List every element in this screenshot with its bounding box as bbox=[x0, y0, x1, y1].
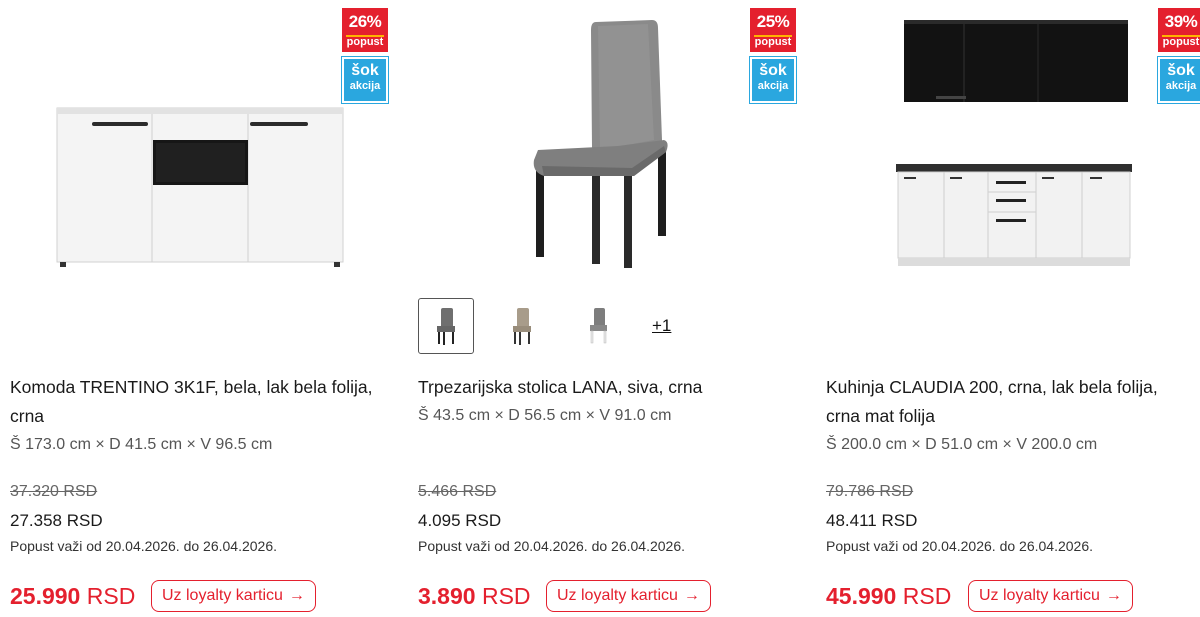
product-title[interactable]: Kuhinja CLAUDIA 200, crna, lak bela foli… bbox=[826, 373, 1196, 431]
discount-badge: 26% popust bbox=[342, 8, 388, 52]
product-dimensions: Š 173.0 cm × D 41.5 cm × V 96.5 cm bbox=[10, 436, 273, 453]
arrow-right-icon: → bbox=[288, 587, 305, 604]
loyalty-button-label: Uz loyalty karticu bbox=[162, 587, 283, 604]
akcija-label: akcija bbox=[1165, 80, 1197, 92]
akcija-label: akcija bbox=[757, 80, 789, 92]
loyalty-price-amount: 25.990 bbox=[10, 583, 81, 609]
chair-thumb-icon bbox=[590, 308, 607, 344]
old-price: 37.320 RSD bbox=[10, 483, 98, 500]
loyalty-card-button[interactable]: Uz loyalty karticu → bbox=[151, 580, 316, 612]
loyalty-card-button[interactable]: Uz loyalty karticu → bbox=[968, 580, 1133, 612]
product-title[interactable]: Komoda TRENTINO 3K1F, bela, lak bela fol… bbox=[10, 373, 380, 431]
chair-thumb-icon bbox=[437, 308, 455, 345]
discount-percent: 39% bbox=[1164, 12, 1198, 31]
loyalty-button-label: Uz loyalty karticu bbox=[557, 587, 678, 604]
more-variants-link[interactable]: +1 bbox=[652, 316, 671, 336]
loyalty-price-currency: RSD bbox=[902, 583, 952, 609]
badge-stack: 39% popust šok akcija bbox=[1157, 8, 1200, 104]
sok-label: šok bbox=[351, 62, 379, 79]
discount-validity: Popust važi od 20.04.2026. do 26.04.2026… bbox=[418, 538, 685, 554]
discount-label: popust bbox=[754, 36, 792, 48]
sideboard-image bbox=[56, 107, 344, 267]
chair-thumb-icon bbox=[513, 308, 531, 345]
discount-label: popust bbox=[1162, 36, 1200, 48]
kitchen-image bbox=[896, 20, 1132, 266]
product-card[interactable]: 26% popust šok akcija Komoda TRENTINO 3K… bbox=[0, 0, 392, 617]
arrow-right-icon: → bbox=[683, 587, 700, 604]
sok-label: šok bbox=[759, 62, 787, 79]
discount-validity: Popust važi od 20.04.2026. do 26.04.2026… bbox=[826, 538, 1093, 554]
product-image-area[interactable]: 25% popust šok akcija bbox=[408, 0, 800, 290]
loyalty-price-currency: RSD bbox=[86, 583, 136, 609]
current-price: 48.411 RSD bbox=[826, 511, 918, 530]
product-card[interactable]: 25% popust šok akcija +1 Trpezarijska st… bbox=[408, 0, 800, 617]
variant-thumb-beige[interactable] bbox=[494, 298, 550, 354]
arrow-right-icon: → bbox=[1105, 587, 1122, 604]
variant-thumb-grey-white[interactable] bbox=[570, 298, 626, 354]
loyalty-card-button[interactable]: Uz loyalty karticu → bbox=[546, 580, 711, 612]
badge-stack: 26% popust šok akcija bbox=[341, 8, 389, 104]
product-card[interactable]: 39% popust šok akcija Kuhinja CLAUDIA 20… bbox=[816, 0, 1200, 617]
discount-badge: 39% popust bbox=[1158, 8, 1200, 52]
loyalty-price: 3.890 RSD bbox=[418, 582, 531, 610]
sok-akcija-badge: šok akcija bbox=[1157, 56, 1200, 104]
current-price: 27.358 RSD bbox=[10, 511, 103, 530]
current-price: 4.095 RSD bbox=[418, 511, 502, 530]
discount-badge: 25% popust bbox=[750, 8, 796, 52]
loyalty-price-currency: RSD bbox=[481, 583, 531, 609]
sok-akcija-badge: šok akcija bbox=[341, 56, 389, 104]
product-image-area[interactable]: 39% popust šok akcija bbox=[816, 0, 1200, 290]
loyalty-price-amount: 3.890 bbox=[418, 583, 476, 609]
product-dimensions: Š 200.0 cm × D 51.0 cm × V 200.0 cm bbox=[826, 436, 1098, 453]
sok-akcija-badge: šok akcija bbox=[749, 56, 797, 104]
variant-thumbnails: +1 bbox=[418, 298, 671, 354]
variant-thumb-grey[interactable] bbox=[418, 298, 474, 354]
akcija-label: akcija bbox=[349, 80, 381, 92]
loyalty-button-label: Uz loyalty karticu bbox=[979, 587, 1100, 604]
discount-validity: Popust važi od 20.04.2026. do 26.04.2026… bbox=[10, 538, 277, 554]
sok-label: šok bbox=[1167, 62, 1195, 79]
discount-percent: 26% bbox=[348, 12, 382, 31]
product-dimensions: Š 43.5 cm × D 56.5 cm × V 91.0 cm bbox=[418, 407, 672, 424]
product-title[interactable]: Trpezarijska stolica LANA, siva, crna bbox=[418, 373, 788, 402]
loyalty-price: 25.990 RSD bbox=[10, 582, 135, 610]
discount-percent: 25% bbox=[756, 12, 790, 31]
loyalty-price-amount: 45.990 bbox=[826, 583, 897, 609]
chair-image bbox=[533, 20, 668, 268]
old-price: 79.786 RSD bbox=[826, 483, 914, 500]
loyalty-price: 45.990 RSD bbox=[826, 582, 951, 610]
product-image-area[interactable]: 26% popust šok akcija bbox=[0, 0, 392, 290]
discount-label: popust bbox=[346, 36, 384, 48]
badge-stack: 25% popust šok akcija bbox=[749, 8, 797, 104]
old-price: 5.466 RSD bbox=[418, 483, 497, 500]
